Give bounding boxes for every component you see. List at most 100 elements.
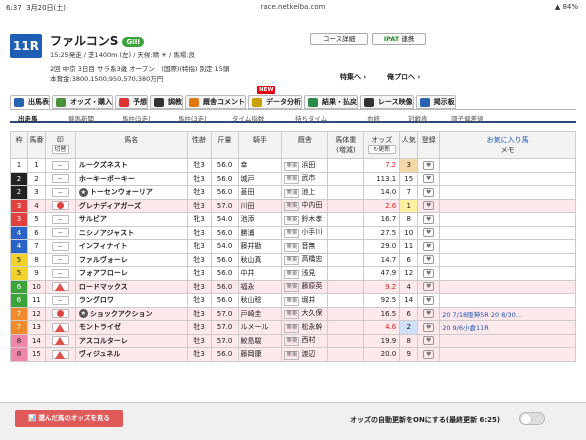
mark-selector[interactable]: -- (51, 241, 69, 251)
memo-cell[interactable] (439, 198, 576, 213)
table-row[interactable]: 1 1 -- ルークズネスト 牡3 56.0 幸栗東 浜田 7.2 3 ♥ (10, 158, 576, 173)
trainer-name[interactable]: 中内田 (301, 201, 322, 209)
table-row[interactable]: 3 5 -- サルビア 牝3 54.0 池添 栗東 鈴木孝 16.7 8 ♥ (10, 212, 576, 227)
table-row[interactable]: 5 8 -- ファルヴォーレ 牡3 56.0 秋山真 栗東 高橋忠 14.7 6 ♥ (10, 252, 576, 267)
trainer-cell[interactable]: 栗東 武市 (281, 171, 329, 186)
mark-selector[interactable]: -- (51, 295, 69, 305)
tab-0[interactable]: 出馬表 (10, 95, 50, 109)
trainer-cell[interactable]: 栗東 浅見 (281, 266, 329, 281)
trainer-cell[interactable]: 栗東 大久保 (281, 306, 329, 321)
odds-cell[interactable]: 92.5 (363, 293, 401, 308)
mark-selector[interactable]: -- (51, 187, 69, 197)
memo-cell[interactable] (439, 171, 576, 186)
horse-name-link[interactable]: ホーキーポーキー (79, 175, 135, 183)
subtab-8[interactable]: 調子偏差値 (451, 113, 484, 123)
my-pro-link[interactable]: 俺プロへ › (387, 72, 420, 82)
odds-cell[interactable]: 14.7 (363, 252, 401, 267)
register-horse-icon[interactable]: ♥ (423, 349, 435, 359)
trainer-name[interactable]: 音無 (301, 242, 315, 250)
odds-cell[interactable]: 2.6 (363, 198, 401, 213)
horse-name-cell[interactable]: サルビア (74, 212, 188, 227)
jockey-cell[interactable]: 戸崎圭 (237, 306, 283, 321)
register-horse-icon[interactable]: ♥ (423, 295, 435, 305)
memo-cell[interactable] (439, 333, 576, 348)
trainer-cell[interactable]: 栗東 中内田 (281, 198, 329, 213)
horse-name-cell[interactable]: ルークズネスト (74, 158, 188, 173)
odds-cell[interactable]: 4.6 (363, 320, 401, 335)
memo-cell[interactable] (439, 158, 576, 173)
horse-name-cell[interactable]: グレナディアガーズ (74, 198, 188, 213)
trainer-name[interactable]: 大久保 (301, 309, 322, 317)
horse-name-link[interactable]: トーセンウォーリア (90, 188, 153, 196)
tab-5[interactable]: データ分析 NEW (248, 86, 302, 109)
trainer-cell[interactable]: 栗東 高橋忠 (281, 252, 329, 267)
table-row[interactable]: 6 11 -- ラングロワ 牡3 56.0 秋山稔 栗東 堀井 92.5 14 ♥ (10, 293, 576, 308)
selected-odds-button[interactable]: 📊 選んだ馬のオッズを見る (15, 410, 123, 427)
trainer-cell[interactable]: 栗東 西村 (281, 333, 329, 348)
horse-name-cell[interactable]: アスコルターレ (74, 333, 188, 348)
horse-name-cell[interactable]: ヴィジュネル (74, 347, 188, 362)
memo-cell[interactable] (439, 225, 576, 240)
odds-cell[interactable]: 19.9 (363, 333, 401, 348)
tab-7[interactable]: レース映像 (360, 95, 414, 109)
jockey-cell[interactable]: 中井 (237, 266, 283, 281)
memo-cell[interactable] (439, 293, 576, 308)
trainer-name[interactable]: 浜田 (301, 161, 315, 169)
table-row[interactable]: 3 4 グレナディアガーズ 牡3 57.0 川田 栗東 中内田 2.6 1 ♥ (10, 198, 576, 213)
memo-cell[interactable] (439, 185, 576, 200)
horse-name-cell[interactable]: モントライゼ (74, 320, 188, 335)
subtab-4[interactable]: タイム指数 (232, 113, 264, 123)
horse-name-link[interactable]: ヴィジュネル (79, 350, 121, 358)
table-row[interactable]: 2 2 -- ホーキーポーキー 牡3 56.0 城戸 栗東 武市 113.1 15 ♥ (10, 171, 576, 186)
horse-name-cell[interactable]: インフィナイト (74, 239, 188, 254)
table-row[interactable]: 7 12 ★ ショックアクション 牡3 57.0 戸崎圭 栗東 大久保 16.5 6 ♥ 20 7/18… (10, 306, 576, 321)
memo-cell[interactable]: 20 7/18阪神5R 20 8/30… (439, 306, 576, 321)
horse-name-link[interactable]: ルークズネスト (79, 161, 128, 169)
table-row[interactable]: 4 6 -- ニシノアジャスト 牡3 56.0 勝浦 栗東 小手川 27.5 10 ♥ (10, 225, 576, 240)
trainer-name[interactable]: 鈴木孝 (301, 215, 322, 223)
trainer-cell[interactable]: 栗東 堀井 (281, 293, 329, 308)
jockey-cell[interactable]: 幸 (237, 158, 283, 173)
register-horse-icon[interactable]: ♥ (423, 228, 435, 238)
trainer-name[interactable]: 池上 (301, 188, 315, 196)
jockey-cell[interactable]: 秋山稔 (237, 293, 283, 308)
trainer-cell[interactable]: 美浦 池上 (281, 185, 329, 200)
memo-cell[interactable] (439, 252, 576, 267)
register-horse-icon[interactable]: ♥ (423, 336, 435, 346)
subtab-3[interactable]: 馬柱(3走) (178, 113, 207, 123)
table-row[interactable]: 6 10 ロードマックス 牡3 56.0 福永 栗東 藤原英 9.2 4 ♥ (10, 279, 576, 294)
trainer-cell[interactable]: 栗東 松永幹 (281, 320, 329, 335)
mark-selector[interactable]: -- (51, 268, 69, 278)
horse-name-cell[interactable]: フォアフローレ (74, 266, 188, 281)
horse-name-cell[interactable]: ファルヴォーレ (74, 252, 188, 267)
horse-name-cell[interactable]: ★ トーセンウォーリア (74, 185, 188, 200)
memo-cell[interactable] (439, 266, 576, 281)
subtab-6[interactable]: 血統 (367, 113, 380, 123)
odds-cell[interactable]: 7.2 (363, 158, 401, 173)
odds-refresh-button[interactable]: ↻更新 (367, 145, 396, 154)
table-row[interactable]: 2 3 -- ★ トーセンウォーリア 牡3 56.0 菱田 美浦 池上 14.0 7 ♥ (10, 185, 576, 200)
register-horse-icon[interactable]: ♥ (423, 160, 435, 170)
subtab-7[interactable]: 対戦表 (408, 113, 428, 123)
odds-cell[interactable]: 113.1 (363, 171, 401, 186)
jockey-cell[interactable]: 池添 (237, 212, 283, 227)
subtab-1[interactable]: 競馬新聞 (68, 113, 94, 123)
mark-triangle-icon[interactable] (51, 322, 69, 332)
horse-name-link[interactable]: インフィナイト (79, 242, 128, 250)
tab-6[interactable]: 結果・払戻 (304, 95, 358, 109)
jockey-cell[interactable]: 鮫島駿 (237, 333, 283, 348)
memo-cell[interactable] (439, 239, 576, 254)
horse-name-link[interactable]: グレナディアガーズ (79, 202, 141, 210)
mark-selector[interactable]: -- (51, 228, 69, 238)
trainer-name[interactable]: 藤原英 (301, 282, 322, 290)
mark-triangle-icon[interactable] (51, 336, 69, 346)
mark-circle-icon[interactable] (51, 309, 69, 319)
horse-name-link[interactable]: フォアフローレ (79, 269, 128, 277)
trainer-name[interactable]: 西村 (301, 336, 315, 344)
mark-triangle-icon[interactable] (51, 349, 69, 359)
register-horse-icon[interactable]: ♥ (423, 268, 435, 278)
register-horse-icon[interactable]: ♥ (423, 282, 435, 292)
tab-4[interactable]: 厩舎コメント (185, 95, 246, 109)
jockey-cell[interactable]: ルメール (237, 320, 283, 335)
trainer-cell[interactable]: 栗東 鈴木孝 (281, 212, 329, 227)
